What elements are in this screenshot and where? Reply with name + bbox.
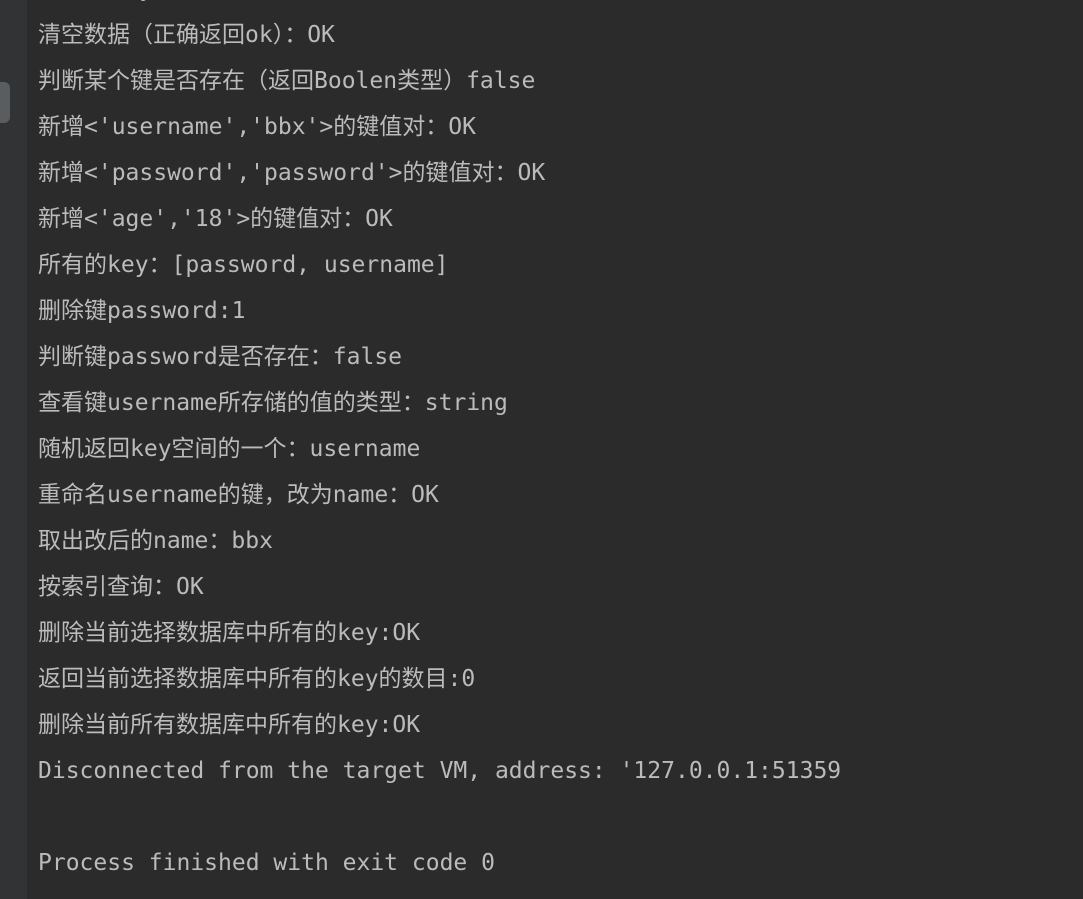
console-line: 删除当前选择数据库中所有的key:OK	[38, 620, 421, 646]
console-line: 按索引查询：OK	[38, 574, 204, 600]
console-line: Process finished with exit code 0	[38, 850, 495, 876]
console-line: 查看键username所存储的值的类型：string	[38, 390, 508, 416]
console-gutter	[0, 0, 27, 899]
console-line: 返回当前选择数据库中所有的key的数目:0	[38, 666, 476, 692]
console-line: 删除键password:1	[38, 298, 246, 324]
clipped-top-line: 新增<'key','value'>的键值对：OK	[38, 0, 1083, 12]
console-line: 新增<'age','18'>的键值对：OK	[38, 206, 393, 232]
console-line: Disconnected from the target VM, address…	[38, 758, 842, 784]
console-line: 所有的key：[password, username]	[38, 252, 449, 278]
console-line: 清空数据（正确返回ok）：OK	[38, 22, 335, 48]
console-line: 删除当前所有数据库中所有的key:OK	[38, 712, 421, 738]
console-line: 新增<'username','bbx'>的键值对：OK	[38, 114, 476, 140]
vertical-scrollbar-thumb[interactable]	[0, 82, 10, 123]
console-output-panel[interactable]: 新增<'key','value'>的键值对：OK 清空数据（正确返回ok）：OK…	[0, 0, 1083, 899]
console-line: 新增<'password','password'>的键值对：OK	[38, 160, 546, 186]
console-line: 取出改后的name：bbx	[38, 528, 273, 554]
console-line: 随机返回key空间的一个：username	[38, 436, 421, 462]
console-line: 判断某个键是否存在（返回Boolen类型）false	[38, 68, 536, 94]
console-line: 重命名username的键，改为name：OK	[38, 482, 439, 508]
console-output-lines: 清空数据（正确返回ok）：OK 判断某个键是否存在（返回Boolen类型）fals…	[38, 12, 1083, 886]
console-line: 判断键password是否存在：false	[38, 344, 403, 370]
